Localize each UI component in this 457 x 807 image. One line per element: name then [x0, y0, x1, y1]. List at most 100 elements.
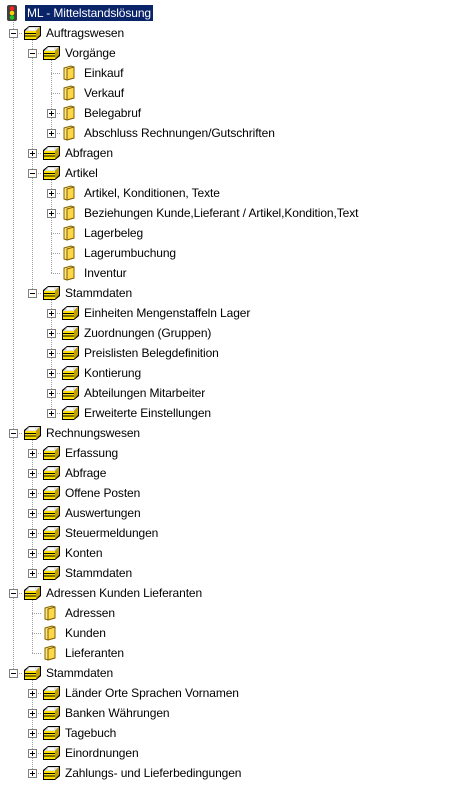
tree-node-rechnungswesen[interactable]: Rechnungswesen: [23, 423, 142, 443]
tree-node-abfragen[interactable]: Abfragen: [42, 143, 115, 163]
tree-node-label[interactable]: Steuermeldungen: [63, 525, 160, 541]
tree-node-label[interactable]: Adressen: [63, 605, 117, 621]
expand-toggle-icon[interactable]: [47, 389, 56, 398]
tree-node-label[interactable]: Konten: [63, 545, 104, 561]
tree-node-erfassung[interactable]: Erfassung: [42, 443, 120, 463]
tree-node-label[interactable]: Lieferanten: [63, 645, 126, 661]
tree-node-label[interactable]: Banken Währungen: [63, 705, 171, 721]
expand-toggle-icon[interactable]: [47, 109, 56, 118]
collapse-toggle-icon[interactable]: [9, 669, 18, 678]
tree-node-label[interactable]: Adressen Kunden Lieferanten: [44, 585, 204, 601]
tree-node-label[interactable]: Stammdaten: [63, 285, 134, 301]
expand-toggle-icon[interactable]: [28, 529, 37, 538]
tree-node-lagerumbuchung[interactable]: Lagerumbuchung: [61, 243, 178, 263]
tree-node-label[interactable]: Lagerumbuchung: [82, 245, 178, 261]
tree-node-label[interactable]: Einheiten Mengenstaffeln Lager: [82, 305, 252, 321]
expand-toggle-icon[interactable]: [47, 209, 56, 218]
tree-node-artikel[interactable]: Artikel: [42, 163, 100, 183]
expand-toggle-icon[interactable]: [28, 489, 37, 498]
tree-node-label[interactable]: Abteilungen Mitarbeiter: [82, 385, 207, 401]
tree-node-beziehungen-kunde-lieferant-artikel-kondition-text[interactable]: Beziehungen Kunde,Lieferant / Artikel,Ko…: [61, 203, 360, 223]
expand-toggle-icon[interactable]: [47, 309, 56, 318]
tree-node-label[interactable]: ML - Mittelstandslösung: [24, 4, 154, 22]
tree-node-label[interactable]: Länder Orte Sprachen Vornamen: [63, 685, 241, 701]
collapse-toggle-icon[interactable]: [9, 29, 18, 38]
tree-node-label[interactable]: Lagerbeleg: [82, 225, 145, 241]
expand-toggle-icon[interactable]: [47, 369, 56, 378]
tree-node-adressen-kunden-lieferanten[interactable]: Adressen Kunden Lieferanten: [23, 583, 204, 603]
tree-node-label[interactable]: Stammdaten: [44, 665, 115, 681]
tree-node-zuordnungen-gruppen[interactable]: Zuordnungen (Gruppen): [61, 323, 213, 343]
tree-node-artikel-konditionen-texte[interactable]: Artikel, Konditionen, Texte: [61, 183, 222, 203]
tree-node-label[interactable]: Erfassung: [63, 445, 120, 461]
collapse-toggle-icon[interactable]: [9, 589, 18, 598]
tree-node-zahlungs-und-lieferbedingungen[interactable]: Zahlungs- und Lieferbedingungen: [42, 763, 243, 783]
tree-node-lieferanten[interactable]: Lieferanten: [42, 643, 126, 663]
expand-toggle-icon[interactable]: [28, 449, 37, 458]
tree-node-label[interactable]: Kontierung: [82, 365, 143, 381]
tree-node-label[interactable]: Stammdaten: [63, 565, 134, 581]
tree-node-preislisten-belegdefinition[interactable]: Preislisten Belegdefinition: [61, 343, 221, 363]
tree-node-offene-posten[interactable]: Offene Posten: [42, 483, 142, 503]
tree-node-label[interactable]: Erweiterte Einstellungen: [82, 405, 213, 421]
expand-toggle-icon[interactable]: [47, 329, 56, 338]
expand-toggle-icon[interactable]: [28, 569, 37, 578]
expand-toggle-icon[interactable]: [28, 149, 37, 158]
tree-node-erweiterte-einstellungen[interactable]: Erweiterte Einstellungen: [61, 403, 213, 423]
tree-node-label[interactable]: Vorgänge: [63, 45, 118, 61]
tree-node-einheiten-mengenstaffeln-lager[interactable]: Einheiten Mengenstaffeln Lager: [61, 303, 252, 323]
tree-node-kunden[interactable]: Kunden: [42, 623, 108, 643]
expand-toggle-icon[interactable]: [47, 129, 56, 138]
tree-node-label[interactable]: Abschluss Rechnungen/Gutschriften: [82, 125, 277, 141]
expand-toggle-icon[interactable]: [28, 769, 37, 778]
tree-node-stammdaten[interactable]: Stammdaten: [23, 663, 115, 683]
tree-node-kontierung[interactable]: Kontierung: [61, 363, 143, 383]
expand-toggle-icon[interactable]: [47, 349, 56, 358]
tree-node-tagebuch[interactable]: Tagebuch: [42, 723, 118, 743]
tree-node-auftragswesen[interactable]: Auftragswesen: [23, 23, 126, 43]
tree-node-label[interactable]: Preislisten Belegdefinition: [82, 345, 221, 361]
tree-node-adressen[interactable]: Adressen: [42, 603, 117, 623]
tree-node-label[interactable]: Abfrage: [63, 465, 108, 481]
tree-node-label[interactable]: Zahlungs- und Lieferbedingungen: [63, 765, 243, 781]
expand-toggle-icon[interactable]: [28, 749, 37, 758]
tree-node-vorgänge[interactable]: Vorgänge: [42, 43, 118, 63]
tree-node-abfrage[interactable]: Abfrage: [42, 463, 108, 483]
tree-node-label[interactable]: Auftragswesen: [44, 25, 126, 41]
tree-node-label[interactable]: Inventur: [82, 265, 129, 281]
tree-node-länder-orte-sprachen-vornamen[interactable]: Länder Orte Sprachen Vornamen: [42, 683, 241, 703]
tree-node-belegabruf[interactable]: Belegabruf: [61, 103, 143, 123]
tree-node-inventur[interactable]: Inventur: [61, 263, 129, 283]
tree-node-label[interactable]: Auswertungen: [63, 505, 143, 521]
tree-node-label[interactable]: Rechnungswesen: [44, 425, 142, 441]
tree-node-label[interactable]: Einkauf: [82, 65, 125, 81]
tree-node-label[interactable]: Zuordnungen (Gruppen): [82, 325, 213, 341]
tree-node-stammdaten[interactable]: Stammdaten: [42, 563, 134, 583]
tree-node-verkauf[interactable]: Verkauf: [61, 83, 126, 103]
tree-node-label[interactable]: Artikel: [63, 165, 100, 181]
tree-node-label[interactable]: Einordnungen: [63, 745, 141, 761]
tree-node-label[interactable]: Tagebuch: [63, 725, 118, 741]
tree-node-lagerbeleg[interactable]: Lagerbeleg: [61, 223, 145, 243]
tree-node-label[interactable]: Artikel, Konditionen, Texte: [82, 185, 222, 201]
tree-node-steuermeldungen[interactable]: Steuermeldungen: [42, 523, 160, 543]
tree-node-abschluss-rechnungen-gutschriften[interactable]: Abschluss Rechnungen/Gutschriften: [61, 123, 277, 143]
tree-node-banken-währungen[interactable]: Banken Währungen: [42, 703, 171, 723]
expand-toggle-icon[interactable]: [28, 469, 37, 478]
collapse-toggle-icon[interactable]: [28, 49, 37, 58]
tree-node-konten[interactable]: Konten: [42, 543, 104, 563]
tree-node-label[interactable]: Abfragen: [63, 145, 115, 161]
tree-node-ml-mittelstandslösung[interactable]: ML - Mittelstandslösung: [4, 3, 154, 23]
tree-node-auswertungen[interactable]: Auswertungen: [42, 503, 143, 523]
tree-node-stammdaten[interactable]: Stammdaten: [42, 283, 134, 303]
collapse-toggle-icon[interactable]: [28, 169, 37, 178]
tree-node-label[interactable]: Belegabruf: [82, 105, 143, 121]
tree-node-abteilungen-mitarbeiter[interactable]: Abteilungen Mitarbeiter: [61, 383, 207, 403]
tree-node-einkauf[interactable]: Einkauf: [61, 63, 125, 83]
tree-node-label[interactable]: Kunden: [63, 625, 108, 641]
tree-node-label[interactable]: Beziehungen Kunde,Lieferant / Artikel,Ko…: [82, 205, 360, 221]
tree-node-label[interactable]: Verkauf: [82, 85, 126, 101]
expand-toggle-icon[interactable]: [28, 509, 37, 518]
expand-toggle-icon[interactable]: [47, 409, 56, 418]
tree-node-einordnungen[interactable]: Einordnungen: [42, 743, 141, 763]
